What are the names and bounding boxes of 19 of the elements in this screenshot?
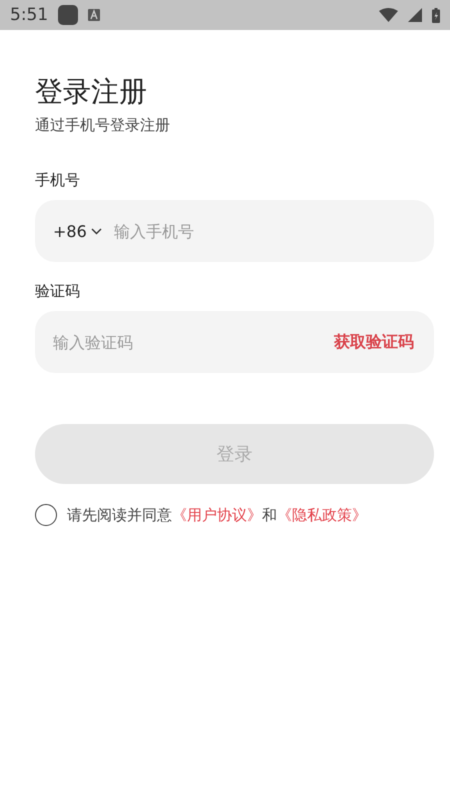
signal-icon bbox=[408, 8, 422, 22]
chevron-down-icon bbox=[90, 228, 102, 234]
app-icon bbox=[58, 5, 78, 25]
agreement-link[interactable]: 《用户协议》 bbox=[172, 506, 262, 524]
get-code-link[interactable]: 获取验证码 bbox=[334, 332, 414, 352]
page-title: 登录注册 bbox=[35, 74, 148, 110]
battery-icon bbox=[432, 8, 440, 22]
page-subtitle: 通过手机号登录注册 bbox=[35, 116, 171, 135]
phone-field[interactable]: +86 输入手机号 bbox=[35, 200, 434, 262]
agreement-link[interactable]: 《隐私政策》 bbox=[277, 506, 367, 524]
code-label: 验证码 bbox=[35, 282, 81, 301]
status-time: 5:51 bbox=[10, 5, 48, 25]
agreement-checkbox[interactable] bbox=[35, 504, 57, 526]
phone-label: 手机号 bbox=[35, 171, 81, 190]
country-code-selector[interactable]: +86 bbox=[53, 222, 102, 240]
keyboard-icon bbox=[88, 9, 100, 21]
agreement-text: 请先阅读并同意《用户协议》和《隐私政策》 bbox=[67, 506, 367, 524]
wifi-icon bbox=[379, 8, 398, 22]
code-field[interactable]: 输入验证码 获取验证码 bbox=[35, 311, 434, 373]
